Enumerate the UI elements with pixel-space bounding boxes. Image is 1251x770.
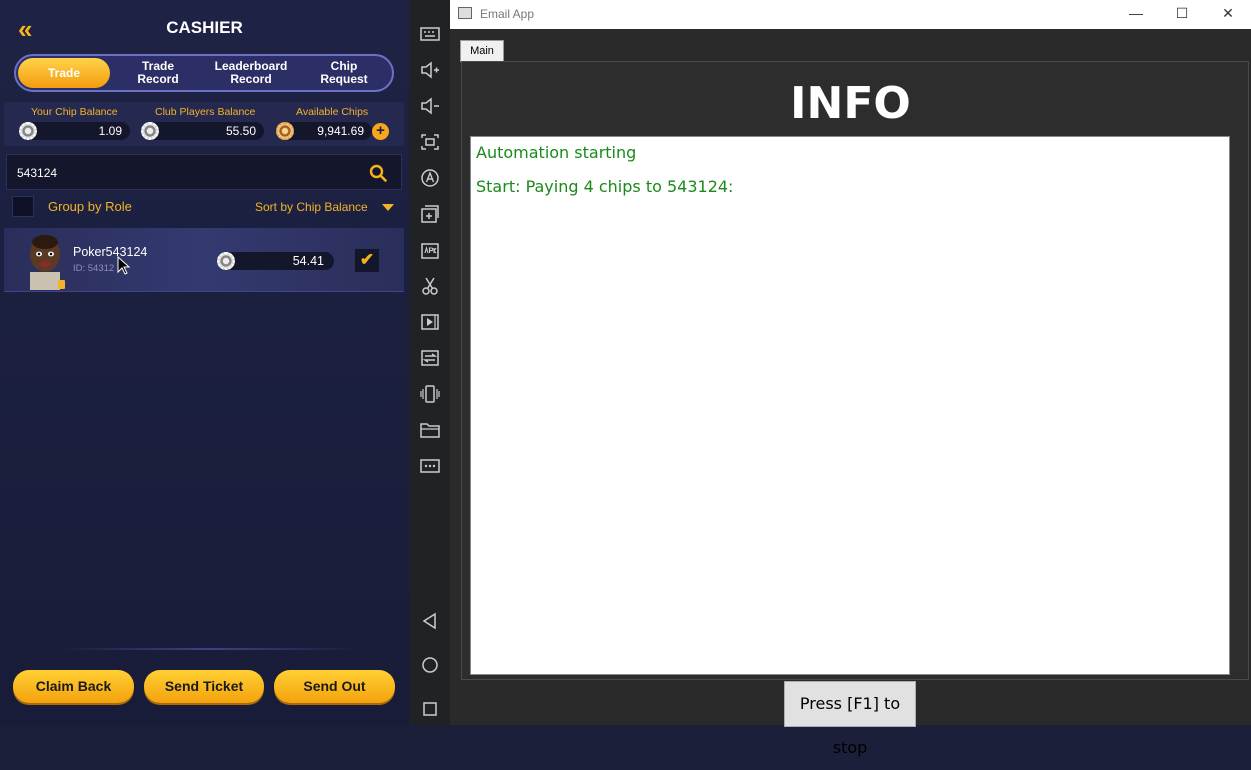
shake-icon[interactable]: [420, 385, 440, 403]
gold-chip-icon: [276, 122, 294, 140]
claim-back-button[interactable]: Claim Back: [13, 670, 134, 703]
tab-leaderboard-record[interactable]: Leaderboard Record: [206, 58, 296, 88]
info-heading: INFO: [790, 78, 911, 129]
log-output[interactable]: Automation starting Start: Paying 4 chip…: [470, 136, 1230, 675]
back-triangle-icon[interactable]: [420, 612, 440, 630]
recents-square-icon[interactable]: [420, 700, 440, 718]
sync-icon[interactable]: [420, 349, 440, 367]
available-chips-label: Available Chips: [296, 106, 369, 118]
volume-up-icon[interactable]: [420, 61, 440, 79]
video-record-icon[interactable]: [420, 313, 440, 331]
sort-by-label[interactable]: Sort by Chip Balance: [255, 200, 368, 214]
search-icon[interactable]: [369, 164, 387, 182]
auto-click-icon[interactable]: [420, 169, 440, 187]
tab-main[interactable]: Main: [460, 40, 504, 62]
minimize-button[interactable]: —: [1113, 0, 1159, 29]
player-id: ID: 54312: [73, 263, 115, 274]
send-ticket-button[interactable]: Send Ticket: [144, 670, 264, 703]
search-bar: [6, 154, 402, 190]
send-out-button[interactable]: Send Out: [274, 670, 395, 703]
club-players-balance-label: Club Players Balance: [155, 106, 256, 118]
close-button[interactable]: ✕: [1205, 0, 1251, 29]
log-line: Automation starting: [476, 143, 637, 162]
scissors-icon[interactable]: [420, 277, 440, 295]
volume-down-icon[interactable]: [420, 97, 440, 115]
add-instance-icon[interactable]: [420, 205, 440, 223]
balance-bar: Your Chip Balance 1.09 Club Players Bala…: [4, 102, 404, 146]
group-by-role-checkbox[interactable]: [12, 196, 34, 217]
log-line: Start: Paying 4 chips to 543124:: [476, 177, 734, 196]
app-window-icon: [458, 7, 472, 19]
window-titlebar[interactable]: Email App — ☐ ✕: [450, 0, 1251, 29]
stop-button[interactable]: Press [F1] to stop: [784, 681, 916, 757]
cashier-tabs: Trade Trade Record Leaderboard Record Ch…: [14, 54, 394, 92]
more-icon[interactable]: [420, 457, 440, 475]
maximize-button[interactable]: ☐: [1159, 0, 1205, 29]
your-chip-balance-label: Your Chip Balance: [31, 106, 118, 118]
email-app-window: Email App — ☐ ✕ Main INFO Automation sta…: [450, 0, 1251, 757]
search-input[interactable]: [17, 163, 347, 183]
add-chips-button[interactable]: +: [372, 123, 389, 140]
cashier-title: CASHIER: [166, 18, 243, 37]
player-row[interactable]: Poker543124 ID: 54312 54.41 ✔: [4, 228, 404, 292]
mouse-cursor-icon: [117, 256, 131, 275]
window-title: Email App: [480, 7, 535, 21]
caret-down-icon[interactable]: [382, 204, 394, 211]
player-avatar: [30, 235, 65, 290]
group-by-role-label: Group by Role: [48, 199, 132, 214]
tab-trade[interactable]: Trade: [18, 58, 110, 88]
player-select-checkbox[interactable]: ✔: [354, 248, 380, 273]
player-name: Poker543124: [73, 245, 148, 259]
chip-icon: [141, 122, 159, 140]
screenshot-icon[interactable]: [420, 133, 440, 151]
divider: [60, 648, 360, 650]
apk-install-icon[interactable]: [420, 241, 440, 259]
club-players-balance-value: 55.50: [144, 122, 264, 140]
tab-trade-record[interactable]: Trade Record: [116, 58, 200, 88]
cashier-panel: « CASHIER Trade Trade Record Leaderboard…: [0, 0, 409, 725]
home-circle-icon[interactable]: [420, 656, 440, 674]
folder-icon[interactable]: [420, 421, 440, 439]
cashier-header: « CASHIER: [0, 0, 409, 55]
keyboard-icon[interactable]: [420, 25, 440, 43]
your-chip-balance-value: 1.09: [24, 122, 130, 140]
tab-chip-request[interactable]: Chip Request: [302, 58, 386, 88]
emulator-toolbar: [409, 0, 450, 725]
chip-icon: [19, 122, 37, 140]
chip-icon: [217, 252, 235, 270]
